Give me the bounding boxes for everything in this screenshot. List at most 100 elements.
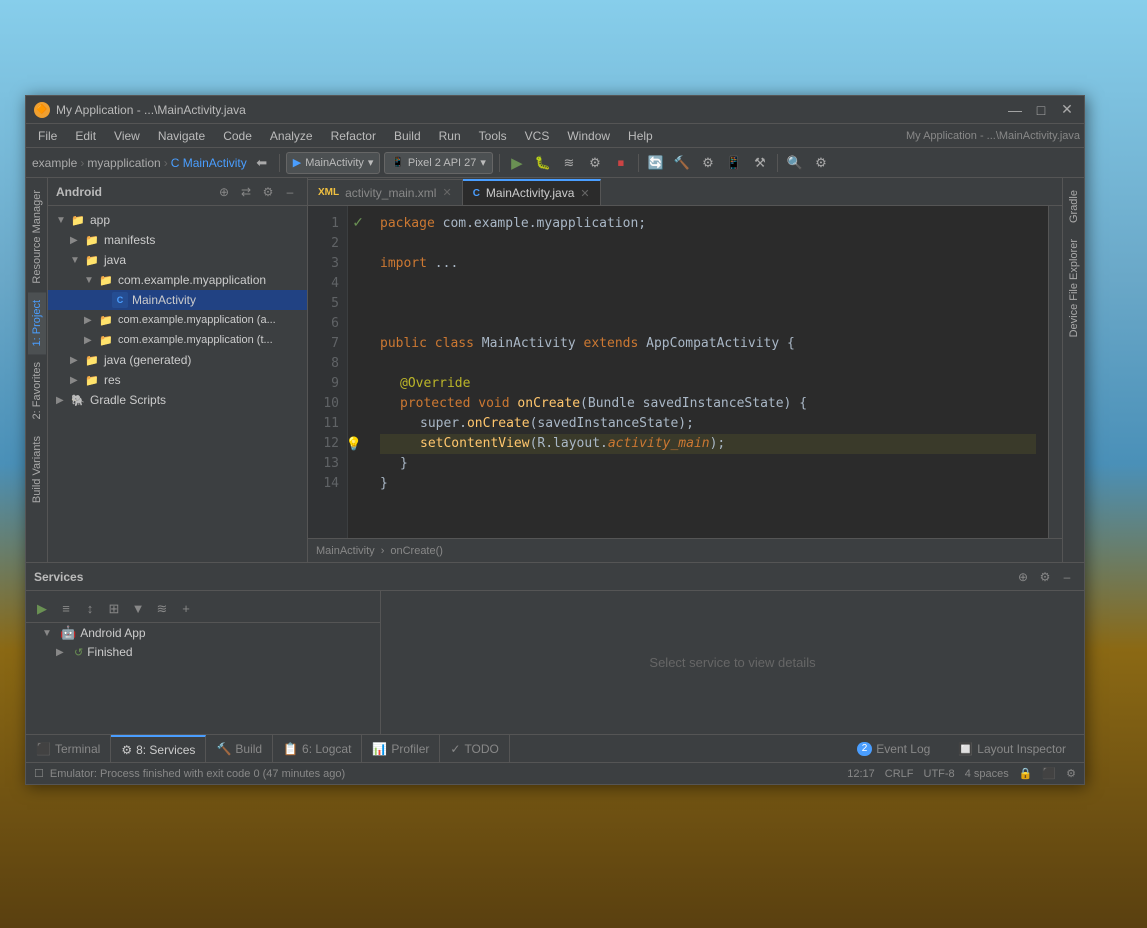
menu-edit[interactable]: Edit: [67, 127, 104, 145]
minimize-button[interactable]: —: [1006, 101, 1024, 119]
right-gutter: [1048, 206, 1062, 538]
run-button[interactable]: ▶: [506, 152, 528, 174]
sidebar-resource-manager[interactable]: Resource Manager: [28, 182, 46, 292]
menu-help[interactable]: Help: [620, 127, 661, 145]
svc-config-button[interactable]: ≋: [152, 599, 172, 619]
status-checkbox[interactable]: ☐: [34, 767, 44, 780]
status-bar: ☐ Emulator: Process finished with exit c…: [26, 762, 1084, 784]
run-config-dropdown[interactable]: ▶ MainActivity ▾: [286, 152, 381, 174]
menu-analyze[interactable]: Analyze: [262, 127, 321, 145]
status-position[interactable]: 12:17: [847, 768, 875, 780]
tree-item-package-main[interactable]: ▼ 📁 com.example.myapplication: [48, 270, 307, 290]
settings-button[interactable]: ⚙: [810, 152, 832, 174]
services-expand-button[interactable]: ⊕: [1014, 568, 1032, 586]
tab-layout-inspector[interactable]: 🔲 Layout Inspector: [948, 735, 1076, 763]
breadcrumb-myapplication: myapplication: [87, 156, 160, 170]
services-settings-button[interactable]: ⚙: [1036, 568, 1054, 586]
tab-build[interactable]: 🔨 Build: [206, 735, 273, 763]
avd-button[interactable]: 📱: [723, 152, 745, 174]
svc-sort-button[interactable]: ↕: [80, 599, 100, 619]
menu-vcs[interactable]: VCS: [517, 127, 558, 145]
menu-run[interactable]: Run: [431, 127, 469, 145]
sidebar-gradle[interactable]: Gradle: [1065, 182, 1083, 231]
menu-window[interactable]: Window: [559, 127, 618, 145]
search-everywhere-button[interactable]: 🔍: [784, 152, 806, 174]
editor-area: XML activity_main.xml ✕ C MainActivity.j…: [308, 178, 1062, 562]
code-line-12: setContentView(R.layout.activity_main);: [380, 434, 1036, 454]
services-header: Services ⊕ ⚙ –: [26, 563, 1084, 591]
close-button[interactable]: ✕: [1058, 101, 1076, 119]
sidebar-project[interactable]: 1: Project: [28, 292, 46, 354]
breadcrumb-class: MainActivity: [316, 545, 375, 557]
tree-item-package-androidtest[interactable]: ▶ 📁 com.example.myapplication (a...: [48, 310, 307, 330]
tab-activity-main-xml[interactable]: XML activity_main.xml ✕: [308, 179, 463, 205]
menu-navigate[interactable]: Navigate: [150, 127, 213, 145]
status-indent[interactable]: 4 spaces: [965, 768, 1009, 780]
tab-services[interactable]: ⚙ 8: Services: [111, 735, 206, 763]
project-add-button[interactable]: ⊕: [215, 183, 233, 201]
sdk-button[interactable]: ⚒: [749, 152, 771, 174]
project-hide-button[interactable]: –: [281, 183, 299, 201]
project-settings-button[interactable]: ⚙: [259, 183, 277, 201]
menu-view[interactable]: View: [106, 127, 148, 145]
sidebar-build-variants[interactable]: Build Variants: [28, 428, 46, 511]
svc-list-button[interactable]: ≡: [56, 599, 76, 619]
tab-todo[interactable]: ✓ TODO: [440, 735, 510, 763]
svc-item-android-app[interactable]: ▼ 🤖 Android App: [26, 623, 380, 643]
tab-mainactivity-java[interactable]: C MainActivity.java ✕: [463, 179, 601, 205]
tree-item-gradle-scripts[interactable]: ▶ 🐘 Gradle Scripts: [48, 390, 307, 410]
code-editor: 1 2 3 4 5 6 7 8 9 10 11 12 13 14: [308, 206, 1062, 538]
project-sync-button[interactable]: ⇄: [237, 183, 255, 201]
tree-item-manifests[interactable]: ▶ 📁 manifests: [48, 230, 307, 250]
svc-filter-button[interactable]: ▼: [128, 599, 148, 619]
close-java-tab[interactable]: ✕: [580, 187, 589, 200]
services-hide-button[interactable]: –: [1058, 568, 1076, 586]
gradle-sync-button[interactable]: ⚙: [697, 152, 719, 174]
tab-terminal[interactable]: ⬛ Terminal: [26, 735, 111, 763]
svc-add-button[interactable]: +: [176, 599, 196, 619]
status-encoding[interactable]: UTF-8: [924, 768, 955, 780]
coverage-button[interactable]: ≋: [558, 152, 580, 174]
tree-item-package-test[interactable]: ▶ 📁 com.example.myapplication (t...: [48, 330, 307, 350]
svc-finished-label: Finished: [87, 645, 132, 659]
code-content[interactable]: package com.example.myapplication; impor…: [368, 206, 1048, 538]
xml-tab-icon: XML: [318, 187, 339, 198]
editor-breadcrumb: MainActivity › onCreate(): [308, 538, 1062, 562]
attach-button[interactable]: ⚙: [584, 152, 606, 174]
debug-button[interactable]: 🐛: [532, 152, 554, 174]
menu-tools[interactable]: Tools: [471, 127, 515, 145]
tree-item-mainactivity[interactable]: ▶ C MainActivity: [48, 290, 307, 310]
svc-run-button[interactable]: ▶: [32, 599, 52, 619]
tree-item-res[interactable]: ▶ 📁 res: [48, 370, 307, 390]
status-line-ending[interactable]: CRLF: [885, 768, 914, 780]
tree-item-java-generated[interactable]: ▶ 📁 java (generated): [48, 350, 307, 370]
stop-button[interactable]: ⏹: [610, 152, 632, 174]
menu-refactor[interactable]: Refactor: [323, 127, 384, 145]
menu-code[interactable]: Code: [215, 127, 260, 145]
menu-build[interactable]: Build: [386, 127, 429, 145]
svc-item-finished[interactable]: ▶ ↺ Finished: [26, 643, 380, 661]
close-xml-tab[interactable]: ✕: [442, 186, 451, 199]
project-path: My Application - ...\MainActivity.java: [906, 130, 1080, 142]
sync-button[interactable]: 🔄: [645, 152, 667, 174]
sidebar-favorites[interactable]: 2: Favorites: [28, 354, 46, 427]
build-icon: 🔨: [216, 742, 231, 756]
menu-file[interactable]: File: [30, 127, 65, 145]
ide-window: 🔶 My Application - ...\MainActivity.java…: [25, 95, 1085, 785]
maximize-button[interactable]: □: [1032, 101, 1050, 119]
todo-icon: ✓: [450, 742, 460, 756]
back-button[interactable]: ⬅: [251, 152, 273, 174]
main-area: Resource Manager 1: Project 2: Favorites…: [26, 178, 1084, 562]
tab-logcat[interactable]: 📋 6: Logcat: [273, 735, 362, 763]
layout-inspector-label: Layout Inspector: [977, 742, 1066, 756]
code-line-2: [380, 234, 1036, 254]
tree-item-java[interactable]: ▼ 📁 java: [48, 250, 307, 270]
svc-group-button[interactable]: ⊞: [104, 599, 124, 619]
tab-event-log[interactable]: 2 Event Log: [847, 735, 941, 763]
tree-item-app[interactable]: ▼ 📁 app: [48, 210, 307, 230]
build-button[interactable]: 🔨: [671, 152, 693, 174]
tab-profiler[interactable]: 📊 Profiler: [362, 735, 440, 763]
sidebar-device-file-explorer[interactable]: Device File Explorer: [1065, 231, 1083, 345]
device-dropdown[interactable]: 📱 Pixel 2 API 27 ▾: [384, 152, 492, 174]
breadcrumb-example: example: [32, 156, 77, 170]
